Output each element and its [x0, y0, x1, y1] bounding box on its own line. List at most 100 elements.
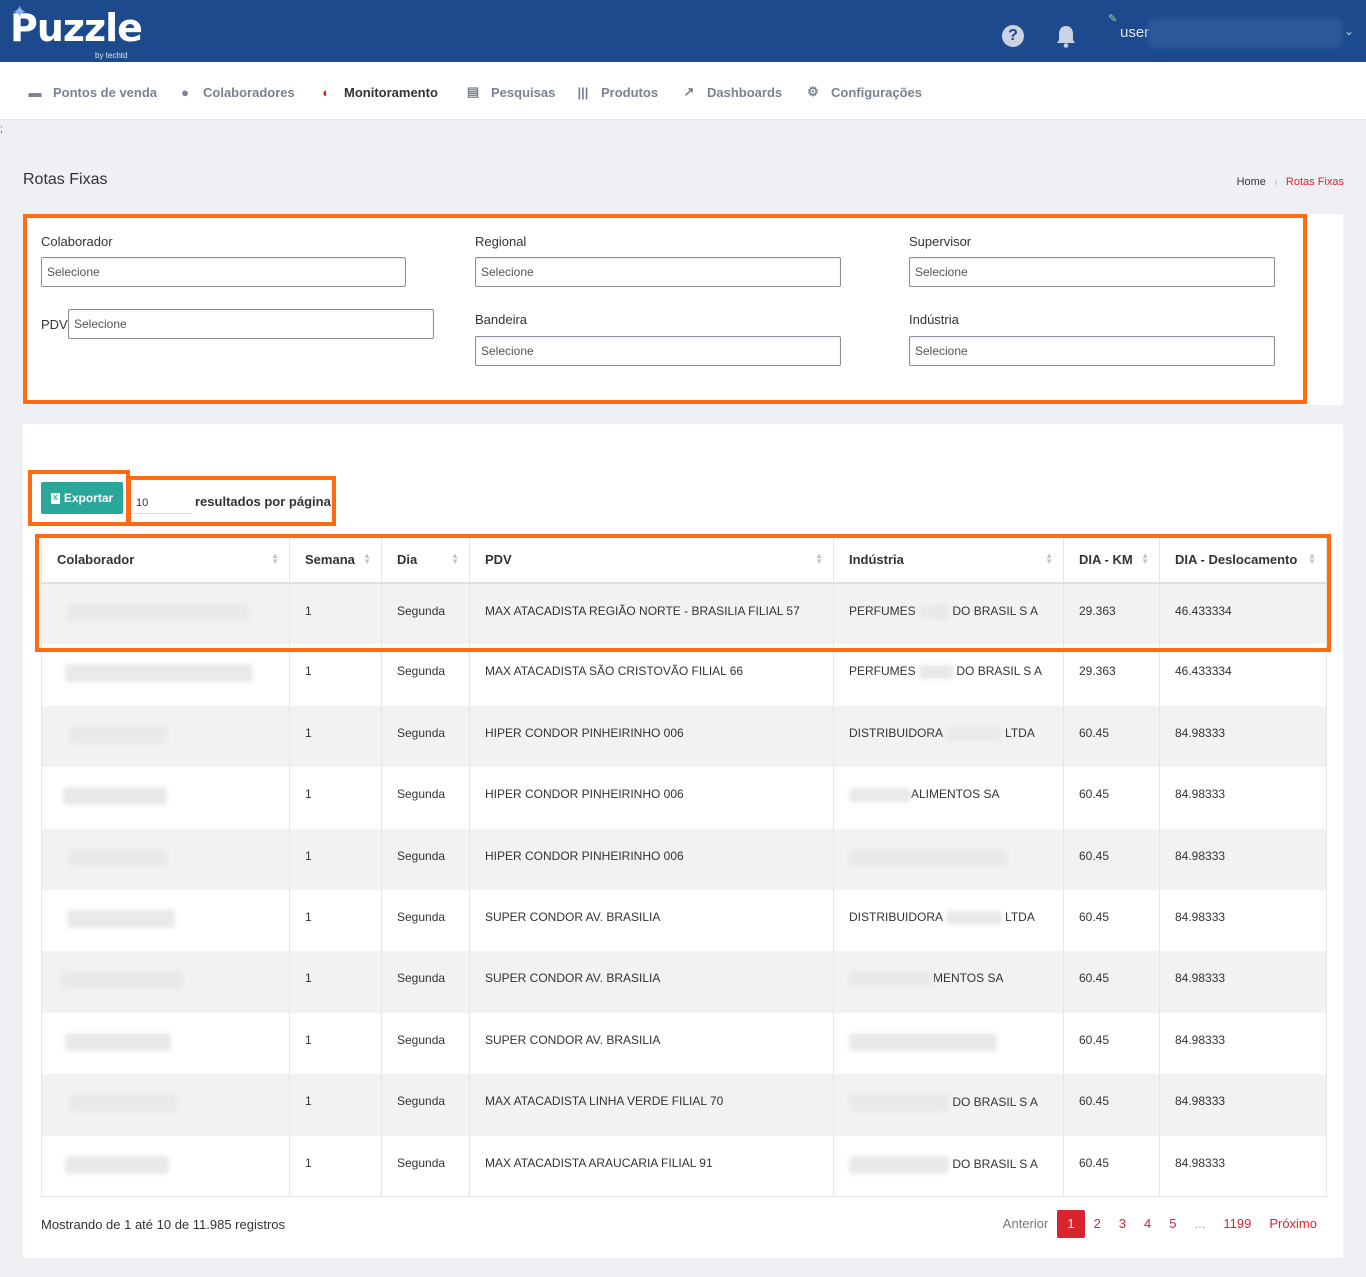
cell-pdv: HIPER CONDOR PINHEIRINHO 006 — [469, 705, 834, 768]
redacted-text — [65, 664, 253, 683]
gears-icon: ⚙ — [807, 84, 819, 99]
table-row[interactable]: 1 Segunda HIPER CONDOR PINHEIRINHO 006 A… — [41, 767, 1327, 829]
cell-dia: Segunda — [381, 828, 470, 890]
cell-pdv: HIPER CONDOR PINHEIRINHO 006 — [469, 767, 834, 829]
pagination-ellipsis: ... — [1194, 1216, 1206, 1231]
industria-suffix: MENTOS SA — [933, 971, 1004, 986]
table-info: Mostrando de 1 até 10 de 11.985 registro… — [41, 1217, 286, 1232]
cell-semana: 1 — [289, 1012, 382, 1075]
table-row[interactable]: 1 Segunda HIPER CONDOR PINHEIRINHO 006 6… — [41, 828, 1327, 890]
page-title: Rotas Fixas — [23, 171, 108, 188]
pagination-page-4[interactable]: 4 — [1135, 1210, 1160, 1238]
pagination-next[interactable]: Próximo — [1260, 1210, 1326, 1238]
cell-km: 60.45 — [1063, 828, 1160, 890]
redacted-text — [849, 972, 933, 987]
breadcrumb-home[interactable]: Home — [1237, 176, 1266, 188]
industria-suffix: DO BRASIL S A — [956, 664, 1042, 679]
pagination: Anterior 1 2 3 4 5 ... 1199 Próximo — [994, 1210, 1326, 1238]
cell-deslocamento: 84.98333 — [1159, 1012, 1327, 1075]
table-row[interactable]: 1 Segunda SUPER CONDOR AV. BRASILIA MENT… — [41, 951, 1327, 1013]
chevron-right-icon: › — [1273, 175, 1278, 189]
chart-icon: ↗ — [683, 84, 695, 99]
logo[interactable]: ✦ Puzzle by techtd — [10, 2, 143, 60]
cell-deslocamento: 84.98333 — [1159, 828, 1327, 890]
nav-monitoramento[interactable]: ◐ Monitoramento — [318, 82, 438, 102]
cell-semana: 1 — [289, 889, 382, 952]
cell-semana: 1 — [289, 1074, 382, 1136]
user-menu[interactable]: ✎ user ⌄ — [1106, 12, 1362, 52]
pagination-page-5[interactable]: 5 — [1160, 1210, 1185, 1238]
cell-dia: Segunda — [381, 889, 470, 952]
redacted-text — [849, 1094, 949, 1113]
cell-pdv: HIPER CONDOR PINHEIRINHO 006 — [469, 828, 834, 890]
logo-text: Puzzle — [10, 6, 143, 50]
cell-deslocamento: 84.98333 — [1159, 1135, 1327, 1198]
pagination-page-1[interactable]: 1 — [1057, 1210, 1085, 1238]
cell-dia: Segunda — [381, 705, 470, 768]
survey-icon: ▤ — [466, 84, 480, 99]
industria-suffix: DO BRASIL S A — [952, 1095, 1038, 1110]
pagination-page-2[interactable]: 2 — [1085, 1210, 1110, 1238]
pagination-previous[interactable]: Anterior — [994, 1210, 1058, 1238]
redacted-text — [67, 909, 175, 928]
question-circle-icon[interactable]: ? — [1002, 25, 1024, 47]
nav-produtos[interactable]: ||| Produtos — [575, 82, 659, 102]
nav-pesquisas[interactable]: ▤ Pesquisas — [465, 82, 555, 102]
cell-semana: 1 — [289, 1135, 382, 1198]
cell-pdv: MAX ATACADISTA LINHA VERDE FILIAL 70 — [469, 1074, 834, 1136]
nav-configuracoes[interactable]: ⚙ Configurações — [805, 82, 922, 102]
monitor-icon: ◐ — [322, 84, 330, 100]
users-icon: ● — [181, 84, 189, 100]
table-row[interactable]: 1 Segunda SUPER CONDOR AV. BRASILIA 60.4… — [41, 1012, 1327, 1075]
cell-km: 60.45 — [1063, 1074, 1160, 1136]
cell-industria: ALIMENTOS SA — [833, 767, 1064, 829]
cell-colaborador — [41, 1074, 290, 1136]
pagination-page-3[interactable]: 3 — [1110, 1210, 1135, 1238]
cell-colaborador — [41, 1012, 290, 1075]
industria-suffix: ALIMENTOS SA — [911, 787, 1000, 802]
chevron-down-icon[interactable]: ⌄ — [1344, 24, 1354, 38]
highlight-box-first-row — [35, 534, 1331, 652]
cell-deslocamento: 84.98333 — [1159, 889, 1327, 952]
industria-suffix: DO BRASIL S A — [952, 1156, 1038, 1171]
cell-km: 60.45 — [1063, 951, 1160, 1013]
cell-semana: 1 — [289, 951, 382, 1013]
industria-prefix: DISTRIBUIDORA — [849, 909, 943, 924]
nav-pontos-de-venda[interactable]: ▬ Pontos de venda — [27, 82, 158, 102]
nav-colaboradores[interactable]: ● Colaboradores — [177, 82, 295, 102]
table-row[interactable]: 1 Segunda MAX ATACADISTA SÃO CRISTOVÃO F… — [41, 644, 1327, 706]
cell-semana: 1 — [289, 705, 382, 768]
redacted-text — [849, 848, 1007, 867]
cell-industria: DISTRIBUIDORA LTDA — [833, 889, 1064, 952]
redacted-text — [849, 788, 911, 802]
cell-colaborador — [41, 767, 290, 829]
nav-dashboards[interactable]: ↗ Dashboards — [681, 82, 783, 102]
cell-pdv: SUPER CONDOR AV. BRASILIA — [469, 889, 834, 952]
pagination-page-last[interactable]: 1199 — [1214, 1210, 1260, 1238]
cell-deslocamento: 84.98333 — [1159, 705, 1327, 768]
table-row[interactable]: 1 Segunda HIPER CONDOR PINHEIRINHO 006 D… — [41, 705, 1327, 768]
cell-deslocamento: 84.98333 — [1159, 1074, 1327, 1136]
cell-industria: PERFUMES DO BRASIL S A — [833, 644, 1064, 706]
table-row[interactable]: 1 Segunda MAX ATACADISTA LINHA VERDE FIL… — [41, 1074, 1327, 1136]
nav-label: Pontos de venda — [53, 84, 158, 100]
cell-semana: 1 — [289, 767, 382, 829]
redacted-text — [945, 910, 1002, 925]
cell-industria: DO BRASIL S A — [833, 1074, 1064, 1136]
barcode-icon: ||| — [577, 84, 589, 100]
redacted-text — [65, 1032, 171, 1051]
nav-label: Colaboradores — [203, 84, 295, 100]
cell-deslocamento: 46.433334 — [1159, 644, 1327, 706]
bell-icon[interactable] — [1055, 24, 1077, 48]
table-row[interactable]: 1 Segunda SUPER CONDOR AV. BRASILIA DIST… — [41, 889, 1327, 952]
cell-semana: 1 — [289, 828, 382, 890]
redacted-text — [69, 725, 167, 744]
cell-industria: DO BRASIL S A — [833, 1135, 1064, 1198]
table-row[interactable]: 1 Segunda MAX ATACADISTA ARAUCARIA FILIA… — [41, 1135, 1327, 1198]
cell-deslocamento: 84.98333 — [1159, 951, 1327, 1013]
redacted-text — [919, 665, 954, 680]
cell-pdv: SUPER CONDOR AV. BRASILIA — [469, 951, 834, 1013]
industria-suffix: LTDA — [1005, 909, 1035, 924]
highlight-box-per-page — [127, 476, 336, 526]
cell-pdv: MAX ATACADISTA SÃO CRISTOVÃO FILIAL 66 — [469, 644, 834, 706]
